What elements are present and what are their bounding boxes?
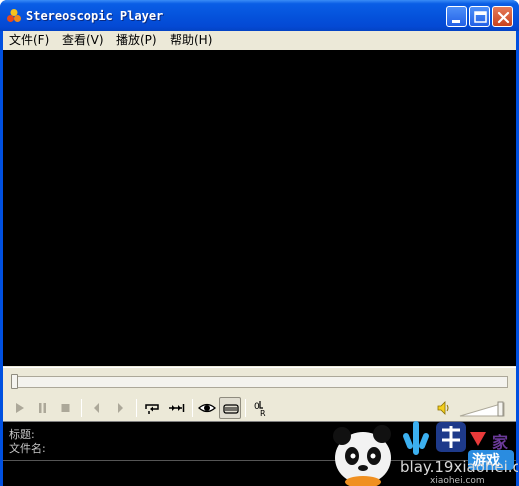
frame-step-button[interactable] <box>165 397 187 419</box>
eye-icon <box>198 403 216 413</box>
left-right-swap-icon: 0 R <box>254 401 266 418</box>
svg-text:blay.19xiaohei.com: blay.19xiaohei.com <box>400 458 518 476</box>
next-icon <box>118 403 123 413</box>
toolbar-separator <box>245 399 246 417</box>
toolbar-separator <box>192 399 193 417</box>
pause-icon <box>39 403 46 413</box>
close-button[interactable] <box>492 6 513 27</box>
eye-button[interactable] <box>196 397 218 419</box>
frame-step-icon <box>169 404 185 412</box>
menu-play[interactable]: 播放(P) <box>116 33 157 47</box>
toolbar-separator <box>81 399 82 417</box>
stop-button[interactable] <box>54 397 76 419</box>
stereo-app-icon[interactable] <box>6 8 22 24</box>
stop-icon <box>61 404 70 412</box>
seek-track[interactable] <box>12 376 508 388</box>
minimize-button[interactable] <box>446 6 467 27</box>
filename-label: 文件名: <box>9 442 46 455</box>
minimize-icon <box>452 20 460 23</box>
previous-icon <box>94 403 99 413</box>
loop-icon <box>145 404 159 414</box>
anaglyph-glasses-icon <box>223 404 239 414</box>
video-area[interactable] <box>3 50 516 366</box>
player-window: Stereoscopic Player 文件(F) 查看(V) 播放(P) 帮助… <box>0 0 519 486</box>
pause-button[interactable] <box>31 397 53 419</box>
watermark-url: xiaohei.com <box>430 476 485 486</box>
svg-text:家: 家 <box>492 433 509 452</box>
play-icon <box>16 403 24 413</box>
menu-bar: 文件(F) 查看(V) 播放(P) 帮助(H) <box>3 31 516 49</box>
left-right-swap-button[interactable]: 0 R <box>249 397 271 419</box>
play-button[interactable] <box>8 397 30 419</box>
seek-thumb[interactable] <box>11 374 18 389</box>
close-icon <box>497 11 510 24</box>
anaglyph-glasses-button[interactable] <box>219 397 241 419</box>
seek-bar[interactable] <box>3 367 516 395</box>
menu-file[interactable]: 文件(F) <box>9 33 49 47</box>
next-button[interactable] <box>109 397 131 419</box>
title-bar[interactable]: Stereoscopic Player <box>0 0 519 31</box>
loop-button[interactable] <box>141 397 163 419</box>
previous-button[interactable] <box>86 397 108 419</box>
watermark-logo: 家 游戏 blay.19xiaohei.com <box>333 421 518 486</box>
maximize-button[interactable] <box>469 6 490 27</box>
menu-help[interactable]: 帮助(H) <box>170 33 212 47</box>
window-title: Stereoscopic Player <box>26 9 164 23</box>
toolbar-separator <box>136 399 137 417</box>
menu-view[interactable]: 查看(V) <box>62 33 104 47</box>
svg-text:R: R <box>260 409 266 418</box>
maximize-icon <box>474 11 487 23</box>
